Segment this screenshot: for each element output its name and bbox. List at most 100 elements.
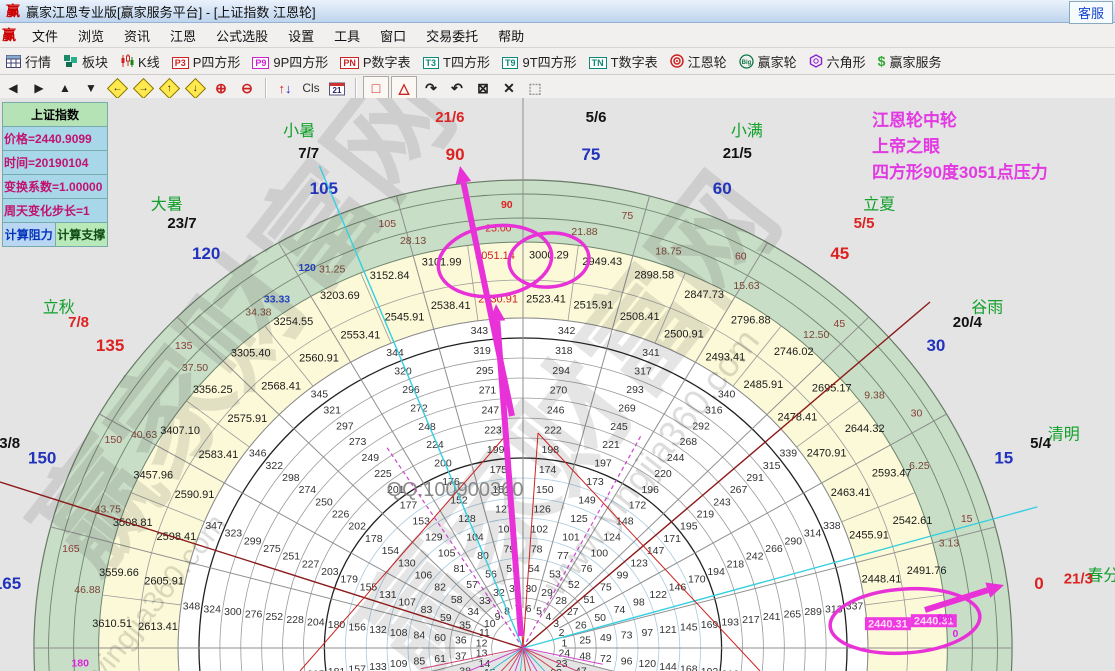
menu-item-5[interactable]: 设置 <box>278 24 324 47</box>
svg-text:2493.41: 2493.41 <box>706 351 746 363</box>
svg-text:52: 52 <box>568 579 580 591</box>
svg-text:2796.88: 2796.88 <box>731 315 771 327</box>
toolbar-P四方形-button[interactable]: P3P四方形 <box>166 50 247 73</box>
svg-text:221: 221 <box>602 439 620 451</box>
rotate-ccw-button[interactable]: ↶ <box>445 77 469 99</box>
svg-text:7/7: 7/7 <box>298 145 319 162</box>
pan-left-button[interactable]: ← <box>105 77 129 99</box>
svg-text:27: 27 <box>567 606 579 618</box>
svg-text:3356.25: 3356.25 <box>193 384 233 396</box>
pan-up-button[interactable]: ↑ <box>157 77 181 99</box>
blocks-icon <box>63 54 78 68</box>
calc-resistance-button[interactable]: 计算阻力 <box>3 223 56 246</box>
menu-item-3[interactable]: 江恩 <box>160 24 206 47</box>
svg-text:219: 219 <box>697 509 715 521</box>
svg-text:60: 60 <box>735 251 747 263</box>
svg-text:2500.91: 2500.91 <box>664 329 704 341</box>
toolbar-T四方形-button[interactable]: T3T四方形 <box>417 50 496 73</box>
nav-up-button[interactable]: ▲ <box>53 77 77 99</box>
menu-item-9[interactable]: 帮助 <box>488 24 534 47</box>
annotation-line-0: 江恩轮中轮 <box>872 108 1115 134</box>
svg-text:197: 197 <box>594 458 612 470</box>
triangle-tool-button[interactable]: △ <box>391 76 417 100</box>
svg-text:2568.41: 2568.41 <box>261 380 301 392</box>
nav-down-button[interactable]: ▼ <box>79 77 103 99</box>
svg-text:290: 290 <box>785 535 803 547</box>
toolbar-赢家服务-button[interactable]: $赢家服务 <box>872 50 948 73</box>
menu-item-6[interactable]: 工具 <box>324 24 370 47</box>
fit-view-button[interactable]: ⊠ <box>471 77 495 99</box>
svg-text:31.25: 31.25 <box>319 263 345 275</box>
svg-text:179: 179 <box>340 574 358 586</box>
toolbar-行情-button[interactable]: 行情 <box>0 50 57 73</box>
calendar-button[interactable]: 21 <box>325 77 349 99</box>
svg-text:21/3: 21/3 <box>1064 570 1093 587</box>
gann-wheel-chart-area: 1234567891011121314151621222324252627282… <box>0 98 1115 671</box>
customer-support-button[interactable]: 客服 <box>1069 1 1113 24</box>
svg-text:21/6: 21/6 <box>435 109 464 126</box>
svg-text:15: 15 <box>961 513 973 525</box>
svg-text:2644.32: 2644.32 <box>845 423 885 435</box>
svg-text:344: 344 <box>386 347 404 359</box>
svg-text:84: 84 <box>414 629 426 641</box>
clear-button[interactable]: Cls <box>299 77 323 99</box>
pan-right-button[interactable]: → <box>131 77 155 99</box>
svg-text:60: 60 <box>434 632 446 644</box>
svg-text:202: 202 <box>348 521 366 533</box>
menu-bar: 赢 文件浏览资讯江恩公式选股设置工具窗口交易委托帮助 <box>0 23 1115 48</box>
svg-text:320: 320 <box>394 365 412 377</box>
svg-text:30: 30 <box>911 407 923 419</box>
svg-text:2448.41: 2448.41 <box>862 574 902 586</box>
svg-text:196: 196 <box>641 484 659 496</box>
rect-tool-button[interactable]: □ <box>363 76 389 100</box>
toolbar-六角形-button[interactable]: 六角形 <box>803 50 872 73</box>
axis-toggle-button[interactable]: ↑↓ <box>273 77 297 99</box>
menu-item-7[interactable]: 窗口 <box>370 24 416 47</box>
toolbar-9T四方形-button[interactable]: T99T四方形 <box>496 50 583 73</box>
svg-text:150: 150 <box>105 434 123 446</box>
zoom-out-button[interactable]: ⊖ <box>235 77 259 99</box>
nav-prev-button[interactable]: ◀ <box>1 77 25 99</box>
badge-icon: T3 <box>423 54 440 69</box>
toolbar-江恩轮-button[interactable]: 江恩轮 <box>664 50 733 73</box>
svg-text:50: 50 <box>594 612 606 624</box>
toolbar-K线-button[interactable]: K线 <box>114 50 166 73</box>
svg-text:2523.41: 2523.41 <box>526 294 566 306</box>
svg-text:3407.10: 3407.10 <box>160 425 200 437</box>
svg-text:77: 77 <box>557 550 569 562</box>
svg-text:165: 165 <box>0 574 21 593</box>
svg-text:56: 56 <box>485 569 497 581</box>
toolbar-9P四方形-button[interactable]: P99P四方形 <box>246 50 334 73</box>
nav-next-button[interactable]: ▶ <box>27 77 51 99</box>
toolbar-P数字表-button[interactable]: PNP数字表 <box>334 50 416 73</box>
svg-text:218: 218 <box>727 558 745 570</box>
svg-text:342: 342 <box>558 325 576 337</box>
toolbar-赢家轮-button[interactable]: Big赢家轮 <box>733 50 803 73</box>
toolbar-板块-button[interactable]: 板块 <box>57 50 114 73</box>
svg-text:181: 181 <box>328 666 346 671</box>
menu-item-0[interactable]: 文件 <box>22 24 68 47</box>
menu-item-1[interactable]: 浏览 <box>68 24 114 47</box>
calc-support-button[interactable]: 计算支撑 <box>56 223 108 246</box>
menu-item-8[interactable]: 交易委托 <box>416 24 488 47</box>
svg-text:5/4: 5/4 <box>1030 435 1052 452</box>
svg-text:170: 170 <box>688 574 706 586</box>
svg-text:121: 121 <box>659 624 677 636</box>
svg-text:3610.51: 3610.51 <box>92 618 132 630</box>
menu-item-4[interactable]: 公式选股 <box>206 24 278 47</box>
svg-text:90: 90 <box>501 199 513 211</box>
main-toolbar: 行情板块K线P3P四方形P99P四方形PNP数字表T3T四方形T99T四方形TN… <box>0 48 1115 75</box>
svg-text:122: 122 <box>649 589 667 601</box>
badge-icon: PN <box>340 54 359 69</box>
svg-text:2583.41: 2583.41 <box>199 449 239 461</box>
toolbar-T数字表-button[interactable]: TNT数字表 <box>583 50 664 73</box>
svg-text:300: 300 <box>224 606 242 618</box>
zoom-in-button[interactable]: ⊕ <box>209 77 233 99</box>
menu-item-2[interactable]: 资讯 <box>114 24 160 47</box>
center-view-button[interactable]: ✕ <box>497 77 521 99</box>
pan-down-button[interactable]: ↓ <box>183 77 207 99</box>
svg-text:340: 340 <box>718 389 736 401</box>
rotate-cw-button[interactable]: ↷ <box>419 77 443 99</box>
select-region-button[interactable]: ⬚ <box>523 77 547 99</box>
svg-text:135: 135 <box>96 336 124 355</box>
